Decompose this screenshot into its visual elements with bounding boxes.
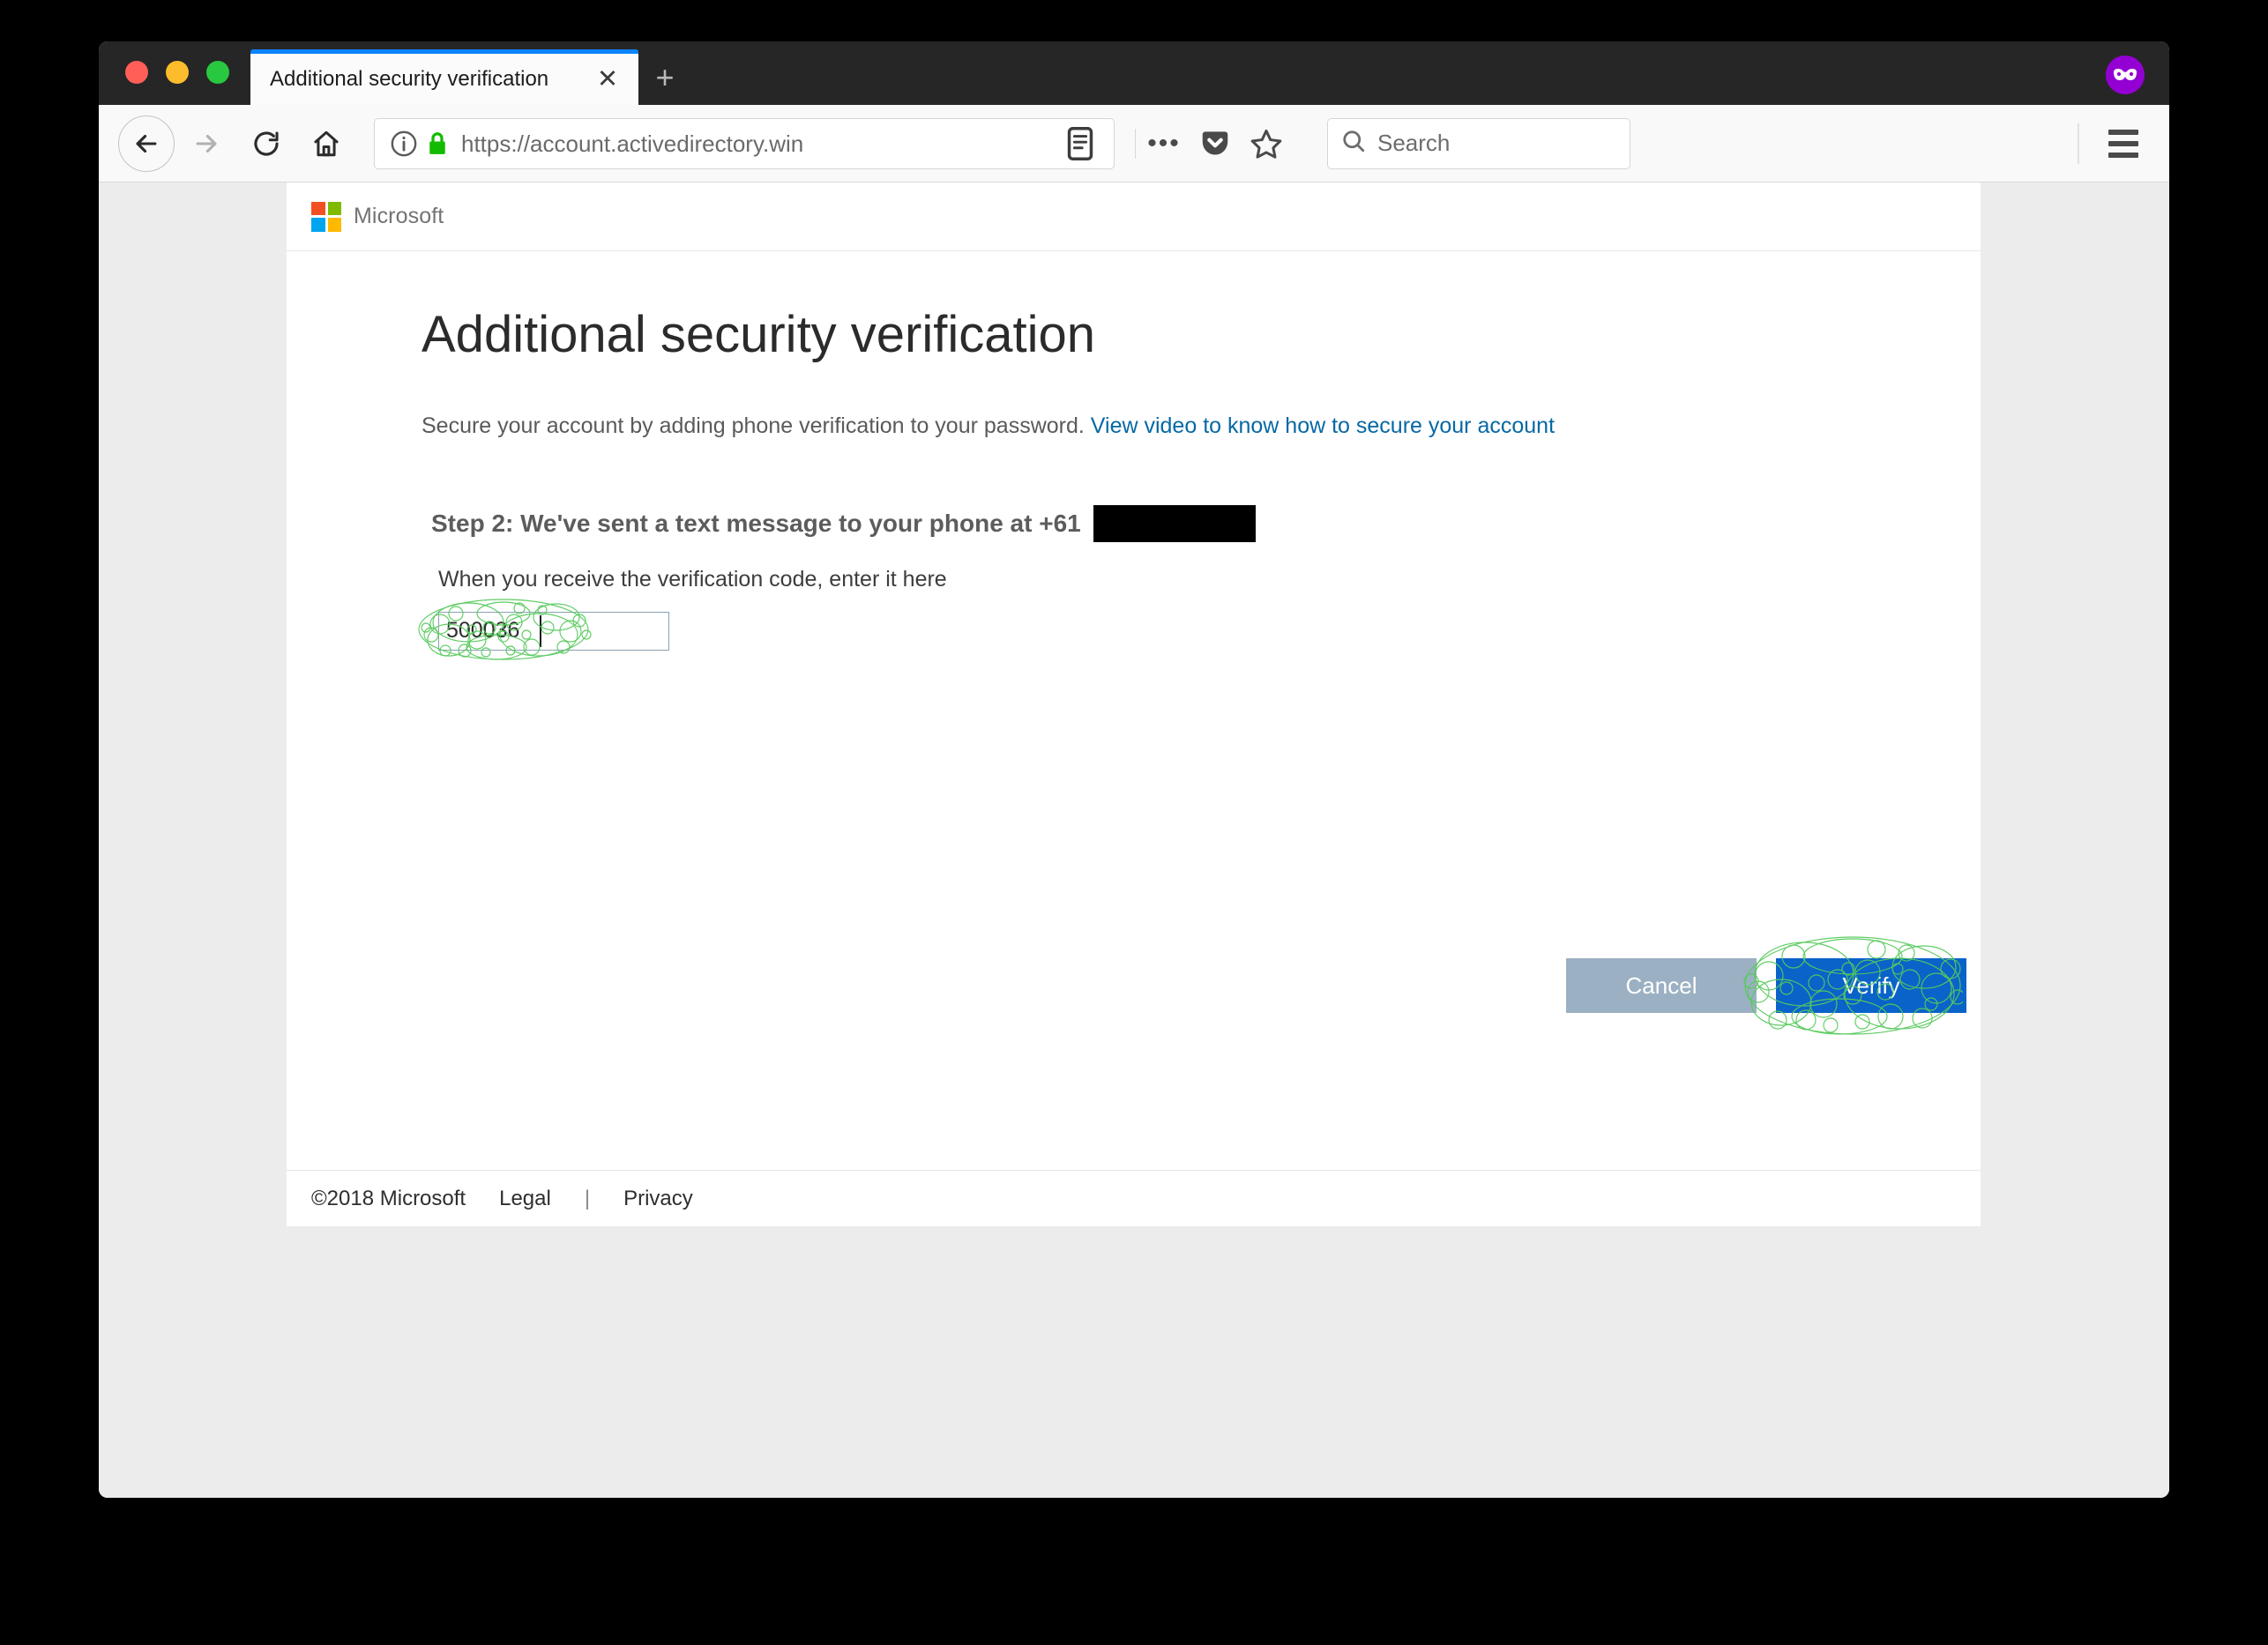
hamburger-menu-icon[interactable] (2097, 117, 2150, 170)
page-footer: ©2018 Microsoft Legal | Privacy (287, 1170, 1981, 1226)
window-close-button[interactable] (125, 61, 148, 84)
step-heading-text: Step 2: We've sent a text message to you… (431, 509, 1081, 537)
search-input[interactable]: Search (1327, 117, 1630, 169)
view-video-link[interactable]: View video to know how to secure your ac… (1091, 413, 1555, 438)
page-title: Additional security verification (422, 306, 1096, 363)
url-text-container: https://account.activedirectory.win (461, 128, 1052, 159)
lock-icon[interactable] (426, 130, 449, 157)
page-actions-group: ••• (1125, 118, 1299, 169)
toolbar-right-group (2078, 117, 2150, 170)
page-viewport: Microsoft Additional security verificati… (99, 182, 2169, 1498)
action-button-row: Cancel Verify (287, 936, 1981, 1035)
page-body: Additional security verification Secure … (287, 251, 1981, 1170)
step-heading: Step 2: We've sent a text message to you… (287, 504, 1981, 542)
microsoft-logo-icon (311, 201, 341, 232)
page-subtitle: Secure your account by adding phone veri… (287, 411, 1981, 442)
navigation-toolbar: https://account.activedirectory.win ••• (99, 105, 2169, 182)
content-card: Microsoft Additional security verificati… (287, 182, 1981, 1226)
logo-square-blue (311, 218, 325, 232)
verify-button-wrap: Verify (1743, 936, 1966, 1035)
menu-line (2108, 129, 2138, 135)
close-icon[interactable]: ✕ (593, 64, 623, 94)
text-caret (540, 614, 541, 647)
verification-code-input[interactable] (438, 611, 669, 651)
pocket-icon[interactable] (1192, 121, 1238, 167)
info-icon[interactable] (389, 129, 419, 159)
legal-link[interactable]: Legal (499, 1187, 551, 1211)
logo-square-yellow (327, 218, 341, 232)
verify-button[interactable]: Verify (1776, 958, 1966, 1013)
verification-code-row (287, 599, 1981, 660)
tab-title: Additional security verification (270, 67, 549, 91)
logo-square-green (327, 201, 341, 215)
menu-line (2108, 140, 2138, 146)
reload-icon[interactable] (238, 115, 295, 172)
footer-separator: | (584, 1186, 591, 1210)
cancel-button[interactable]: Cancel (1566, 958, 1757, 1013)
address-bar[interactable]: https://account.activedirectory.win (374, 117, 1115, 169)
subtitle-text: Secure your account by adding phone veri… (422, 413, 1085, 438)
search-placeholder: Search (1377, 130, 1451, 156)
search-icon (1340, 128, 1367, 159)
back-button[interactable] (118, 115, 175, 172)
mask-icon[interactable] (2106, 56, 2145, 94)
url-text: https://account.activedirectory.win (461, 130, 804, 157)
url-fade-mask (990, 128, 1052, 159)
divider (2078, 123, 2079, 164)
microsoft-brand-header: Microsoft (287, 182, 1981, 251)
microsoft-wordmark: Microsoft (354, 204, 444, 228)
window-minimize-button[interactable] (166, 61, 189, 84)
window-maximize-button[interactable] (206, 61, 229, 84)
browser-window: Additional security verification ✕ + htt… (99, 41, 2169, 1498)
divider (1135, 128, 1136, 159)
new-tab-button[interactable]: + (638, 49, 691, 105)
star-icon[interactable] (1243, 121, 1289, 167)
home-icon[interactable] (298, 115, 354, 172)
forward-button[interactable] (178, 115, 235, 172)
tab-strip: Additional security verification ✕ + (99, 41, 2169, 105)
reader-view-icon[interactable] (1061, 124, 1100, 163)
menu-line (2108, 152, 2138, 158)
browser-tab-active[interactable]: Additional security verification ✕ (250, 49, 638, 105)
logo-square-red (311, 201, 325, 215)
more-actions-icon[interactable]: ••• (1141, 121, 1187, 167)
window-controls (99, 61, 250, 105)
verification-code-label: When you receive the verification code, … (438, 566, 947, 592)
copyright-text: ©2018 Microsoft (311, 1186, 466, 1210)
phone-number-redaction (1093, 504, 1256, 542)
privacy-link[interactable]: Privacy (623, 1187, 693, 1211)
